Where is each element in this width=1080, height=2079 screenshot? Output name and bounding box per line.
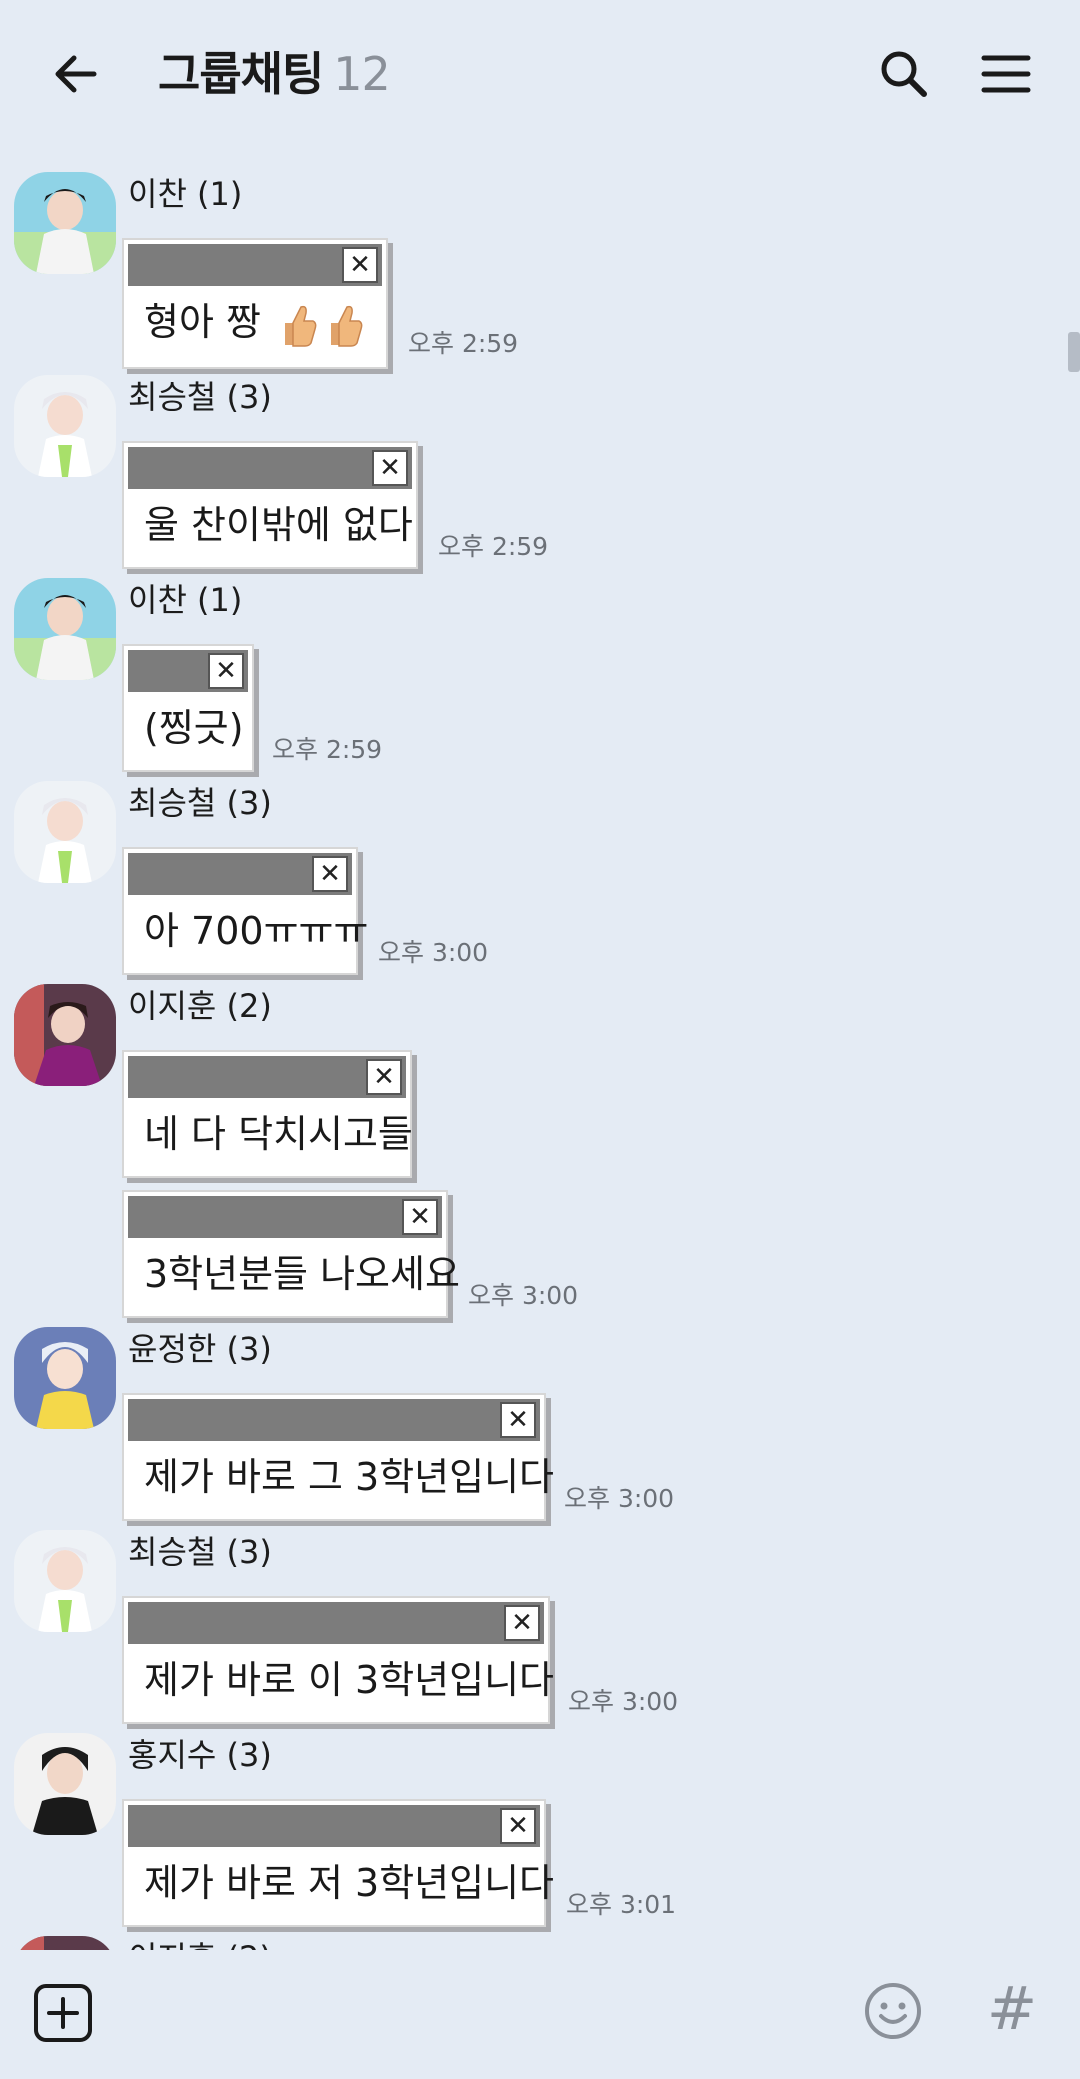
message-item: 최승철 (3) ✕ 아 700ㅠㅠㅠ 오후 3:00: [0, 779, 1080, 975]
bubble-title-bar: ✕: [128, 1196, 442, 1238]
message-time: 오후 2:59: [438, 532, 549, 561]
message-text: 울 찬이밖에 없다: [144, 503, 413, 547]
bubble-title-bar: ✕: [128, 853, 352, 895]
close-icon[interactable]: ✕: [366, 1059, 402, 1095]
message-time: 오후 3:00: [468, 1281, 579, 1310]
message-text: 아 700ㅠㅠㅠ: [144, 909, 369, 953]
attach-button[interactable]: [32, 1982, 94, 2044]
chat-title: 그룹채팅 12: [158, 44, 391, 104]
message-bubble[interactable]: ✕ 아 700ㅠㅠㅠ: [122, 847, 369, 975]
avatar[interactable]: [14, 375, 116, 477]
close-icon[interactable]: ✕: [504, 1605, 540, 1641]
message-text-content: 형아 짱: [144, 300, 261, 344]
message-bubble[interactable]: ✕ 울 찬이밖에 없다: [122, 441, 418, 569]
close-icon[interactable]: ✕: [208, 653, 244, 689]
member-count: 12: [333, 47, 391, 101]
message-item: 윤정한 (3) ✕ 제가 바로 그 3학년입니다 오후 3:00: [0, 1325, 1080, 1521]
bubble-title-bar: ✕: [128, 244, 382, 286]
bubble-title-bar: ✕: [128, 650, 248, 692]
message-time: 오후 3:00: [564, 1484, 675, 1513]
message-time: 오후 3:00: [568, 1687, 679, 1716]
message-time: 오후 2:59: [272, 735, 383, 764]
bubble-title-bar: ✕: [128, 447, 412, 489]
avatar[interactable]: [14, 1733, 116, 1835]
plus-square-icon: [34, 1984, 92, 2042]
hamburger-menu-icon: [981, 55, 1031, 93]
bubble-title-bar: ✕: [128, 1399, 540, 1441]
message-bubble[interactable]: ✕ 3학년분들 나오세요: [122, 1190, 460, 1318]
hashtag-button[interactable]: #: [982, 1972, 1042, 2046]
input-bar: #: [0, 1950, 1080, 2079]
avatar[interactable]: [14, 1530, 116, 1632]
message-item: 이지훈 (2) ✕ 네 다 닥치시고들 ✕ 3학년분들 나오세요 오후 3:00: [0, 982, 1080, 1318]
thumbs-up-icon: [279, 301, 319, 349]
sender-name: 이지훈 (2): [128, 987, 272, 1025]
avatar[interactable]: [14, 781, 116, 883]
message-bubble[interactable]: ✕ 제가 바로 저 3학년입니다: [122, 1799, 555, 1927]
bubble-title-bar: ✕: [128, 1805, 540, 1847]
message-text: 3학년분들 나오세요: [144, 1252, 460, 1296]
message-item: 최승철 (3) ✕ 울 찬이밖에 없다 오후 2:59: [0, 373, 1080, 569]
close-icon[interactable]: ✕: [312, 856, 348, 892]
message-item: 최승철 (3) ✕ 제가 바로 이 3학년입니다 오후 3:00: [0, 1528, 1080, 1724]
message-bubble[interactable]: ✕ 네 다 닥치시고들: [122, 1050, 413, 1178]
menu-button[interactable]: [970, 38, 1042, 110]
message-text: 제가 바로 그 3학년입니다: [144, 1455, 555, 1499]
avatar[interactable]: [14, 984, 116, 1086]
message-item: 홍지수 (3) ✕ 제가 바로 저 3학년입니다 오후 3:01: [0, 1731, 1080, 1927]
bubble-title-bar: ✕: [128, 1056, 406, 1098]
message-time: 오후 3:00: [378, 938, 489, 967]
chat-title-text: 그룹채팅: [158, 47, 324, 101]
arrow-left-icon: [55, 55, 97, 93]
sender-name: 이찬 (1): [128, 175, 243, 213]
sender-name: 이지훈 (2): [128, 1938, 272, 1950]
close-icon[interactable]: ✕: [402, 1199, 438, 1235]
search-button[interactable]: [868, 38, 940, 110]
sender-name: 최승철 (3): [128, 784, 272, 822]
back-button[interactable]: [40, 38, 112, 110]
message-bubble[interactable]: ✕ 제가 바로 그 3학년입니다: [122, 1393, 555, 1521]
avatar[interactable]: [14, 578, 116, 680]
message-text: 제가 바로 저 3학년입니다: [144, 1861, 555, 1905]
avatar[interactable]: [14, 172, 116, 274]
bubble-title-bar: ✕: [128, 1602, 544, 1644]
chat-messages: 이찬 (1) ✕ 형아 짱 오후 2:59 최승철 (3) ✕ 울 찬이밖에 없…: [0, 160, 1080, 1950]
close-icon[interactable]: ✕: [500, 1808, 536, 1844]
message-bubble[interactable]: ✕ (찡긋): [122, 644, 254, 772]
message-bubble[interactable]: ✕ 제가 바로 이 3학년입니다: [122, 1596, 555, 1724]
message-time: 오후 3:01: [566, 1890, 677, 1919]
sender-name: 홍지수 (3): [128, 1736, 272, 1774]
sender-name: 최승철 (3): [128, 378, 272, 416]
sender-name: 이찬 (1): [128, 581, 243, 619]
message-item: 이지훈 (2): [0, 1934, 1080, 1950]
search-icon: [881, 51, 927, 97]
chat-header: 그룹채팅 12: [0, 0, 1080, 150]
avatar[interactable]: [14, 1327, 116, 1429]
message-text: 네 다 닥치시고들: [144, 1112, 413, 1156]
close-icon[interactable]: ✕: [342, 247, 378, 283]
message-item: 이찬 (1) ✕ (찡긋) 오후 2:59: [0, 576, 1080, 772]
smiley-icon: [865, 1983, 921, 2039]
message-time: 오후 2:59: [408, 329, 519, 358]
thumbs-up-icon: [325, 301, 365, 349]
avatar[interactable]: [14, 1936, 116, 1950]
message-item: 이찬 (1) ✕ 형아 짱 오후 2:59: [0, 170, 1080, 369]
sender-name: 최승철 (3): [128, 1533, 272, 1571]
message-text: (찡긋): [144, 706, 244, 750]
close-icon[interactable]: ✕: [500, 1402, 536, 1438]
close-icon[interactable]: ✕: [372, 450, 408, 486]
message-text: 형아 짱: [128, 286, 382, 363]
message-bubble[interactable]: ✕ 형아 짱: [122, 238, 388, 369]
message-text: 제가 바로 이 3학년입니다: [144, 1658, 555, 1702]
sender-name: 윤정한 (3): [128, 1330, 272, 1368]
emoji-button[interactable]: [862, 1980, 924, 2042]
